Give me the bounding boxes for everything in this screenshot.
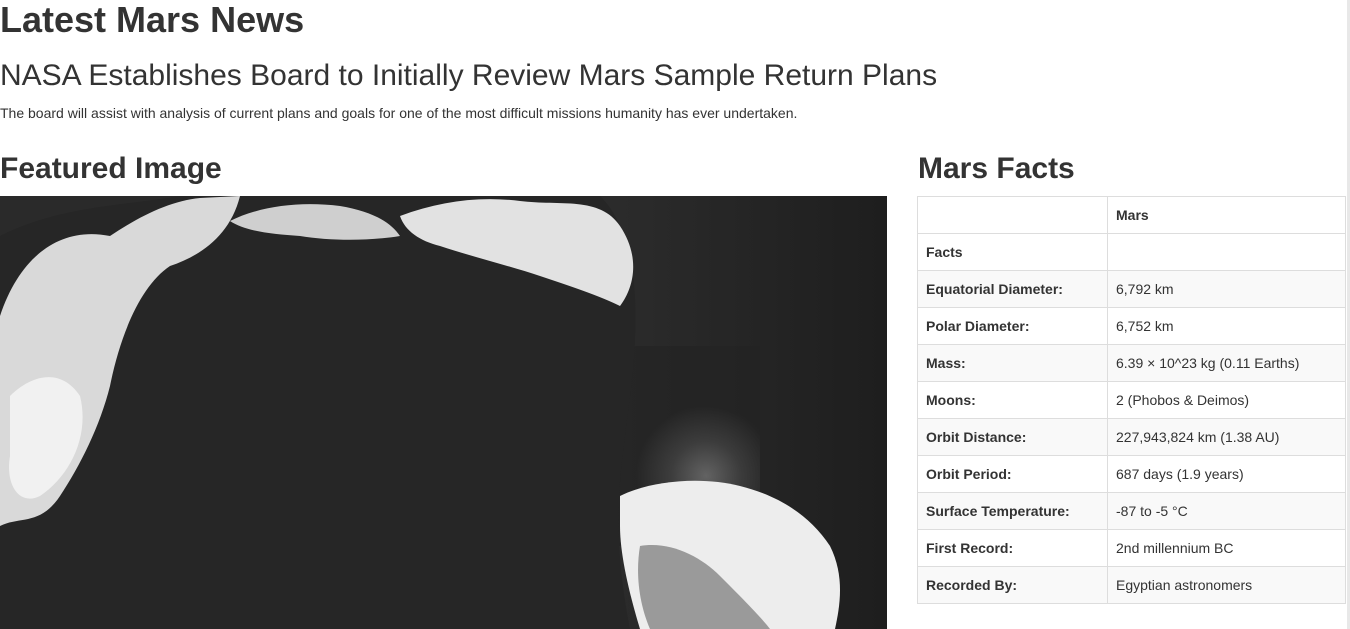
row-label: Surface Temperature: xyxy=(917,492,1108,530)
featured-image[interactable] xyxy=(0,196,887,629)
news-title[interactable]: NASA Establishes Board to Initially Revi… xyxy=(0,58,937,94)
mars-facts-title: Mars Facts xyxy=(918,152,1075,185)
table-row: Surface Temperature: -87 to -5 °C xyxy=(917,492,1346,530)
row-value xyxy=(1107,233,1346,271)
row-value: 227,943,824 km (1.38 AU) xyxy=(1107,418,1346,456)
news-teaser: The board will assist with analysis of c… xyxy=(0,105,798,121)
table-row: Polar Diameter: 6,752 km xyxy=(917,307,1346,345)
row-label: Equatorial Diameter: xyxy=(917,270,1108,308)
row-value: 6.39 × 10^23 kg (0.11 Earths) xyxy=(1107,344,1346,382)
row-label: Orbit Period: xyxy=(917,455,1108,493)
row-value: 6,752 km xyxy=(1107,307,1346,345)
mars-facts-table: Mars Facts Equatorial Diameter: 6,792 km… xyxy=(917,196,1346,604)
row-value: 2 (Phobos & Deimos) xyxy=(1107,381,1346,419)
page-title: Latest Mars News xyxy=(0,0,305,40)
row-label: Recorded By: xyxy=(917,566,1108,604)
table-row: Mass: 6.39 × 10^23 kg (0.11 Earths) xyxy=(917,344,1346,382)
table-row: Recorded By: Egyptian astronomers xyxy=(917,566,1346,604)
table-row: Moons: 2 (Phobos & Deimos) xyxy=(917,381,1346,419)
table-row: Orbit Period: 687 days (1.9 years) xyxy=(917,455,1346,493)
row-value: Egyptian astronomers xyxy=(1107,566,1346,604)
table-row: Facts xyxy=(917,233,1346,271)
featured-image-title: Featured Image xyxy=(0,152,222,185)
row-label: Moons: xyxy=(917,381,1108,419)
table-header-row: Mars xyxy=(917,196,1346,234)
row-value: -87 to -5 °C xyxy=(1107,492,1346,530)
table-header-mars: Mars xyxy=(1107,196,1346,234)
row-label: Orbit Distance: xyxy=(917,418,1108,456)
table-row: Orbit Distance: 227,943,824 km (1.38 AU) xyxy=(917,418,1346,456)
row-label: Polar Diameter: xyxy=(917,307,1108,345)
row-value: 6,792 km xyxy=(1107,270,1346,308)
row-label: First Record: xyxy=(917,529,1108,567)
row-value: 687 days (1.9 years) xyxy=(1107,455,1346,493)
row-label: Mass: xyxy=(917,344,1108,382)
table-row: First Record: 2nd millennium BC xyxy=(917,529,1346,567)
page: Latest Mars News NASA Establishes Board … xyxy=(0,0,1350,629)
table-header-empty xyxy=(917,196,1108,234)
row-value: 2nd millennium BC xyxy=(1107,529,1346,567)
comet-photo xyxy=(0,196,887,629)
row-label: Facts xyxy=(917,233,1108,271)
table-row: Equatorial Diameter: 6,792 km xyxy=(917,270,1346,308)
